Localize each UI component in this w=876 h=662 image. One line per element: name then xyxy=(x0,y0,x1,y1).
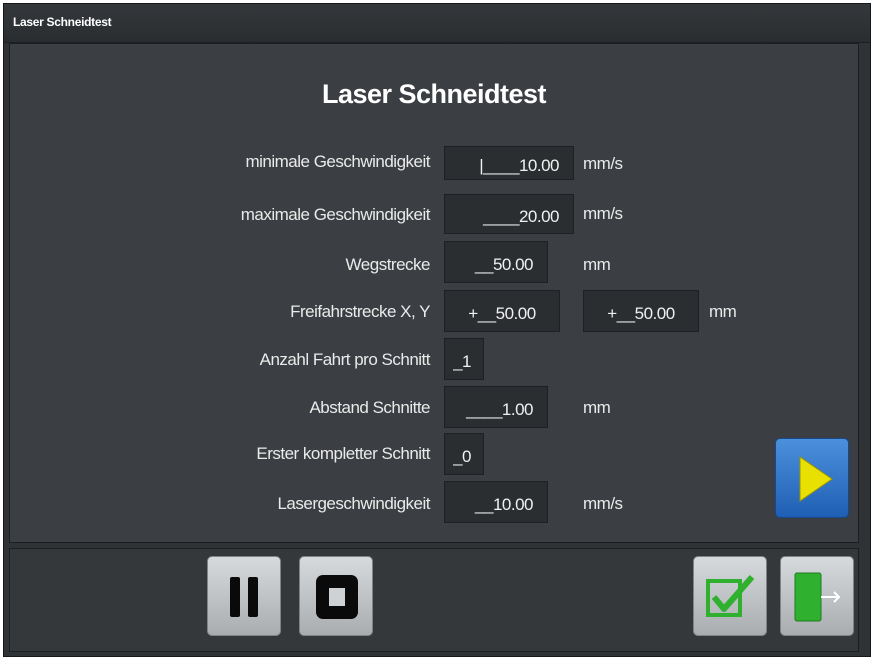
unit-lasergeschwindigkeit: mm/s xyxy=(583,494,623,513)
form-panel: Laser Schneidtest minimale Geschwindigke… xyxy=(9,43,859,543)
erster-schnitt-field[interactable] xyxy=(444,433,484,475)
unit-wegstrecke: mm xyxy=(583,255,611,274)
unit-freifahrstrecke: mm xyxy=(709,302,737,321)
window-title: Laser Schneidtest xyxy=(13,15,112,29)
exit-button[interactable] xyxy=(780,556,854,636)
label-freifahrstrecke: Freifahrstrecke X, Y xyxy=(290,302,430,321)
start-button[interactable] xyxy=(775,438,849,518)
freifahrstrecke-y-field[interactable] xyxy=(583,290,699,332)
exit-door-icon xyxy=(794,572,841,622)
pause-icon xyxy=(230,577,258,617)
page-title: Laser Schneidtest xyxy=(321,79,547,109)
label-min-speed: minimale Geschwindigkeit xyxy=(245,152,430,171)
wegstrecke-field[interactable] xyxy=(444,241,548,283)
max-speed-field[interactable] xyxy=(444,194,574,234)
pause-button[interactable] xyxy=(207,556,281,636)
stop-icon xyxy=(316,575,358,619)
min-speed-field[interactable] xyxy=(444,146,574,180)
confirm-button[interactable] xyxy=(693,556,767,636)
anzahl-fahrt-field[interactable] xyxy=(444,338,484,380)
stop-button[interactable] xyxy=(299,556,373,636)
play-icon xyxy=(799,456,833,502)
label-abstand-schnitte: Abstand Schnitte xyxy=(309,398,430,417)
label-anzahl-fahrt: Anzahl Fahrt pro Schnitt xyxy=(259,350,431,369)
label-erster-schnitt: Erster kompletter Schnitt xyxy=(256,444,430,463)
title-bar: Laser Schneidtest xyxy=(4,4,870,43)
checkmark-icon xyxy=(706,575,755,617)
label-lasergeschwindigkeit: Lasergeschwindigkeit xyxy=(277,494,430,513)
unit-min-speed: mm/s xyxy=(583,154,623,173)
abstand-schnitte-field[interactable] xyxy=(444,386,548,428)
unit-abstand-schnitte: mm xyxy=(583,398,611,417)
label-wegstrecke: Wegstrecke xyxy=(345,255,431,274)
unit-max-speed: mm/s xyxy=(583,204,623,223)
freifahrstrecke-x-field[interactable] xyxy=(444,290,560,332)
lasergeschwindigkeit-field[interactable] xyxy=(444,481,548,523)
label-max-speed: maximale Geschwindigkeit xyxy=(240,205,431,224)
control-toolbar xyxy=(9,548,859,652)
